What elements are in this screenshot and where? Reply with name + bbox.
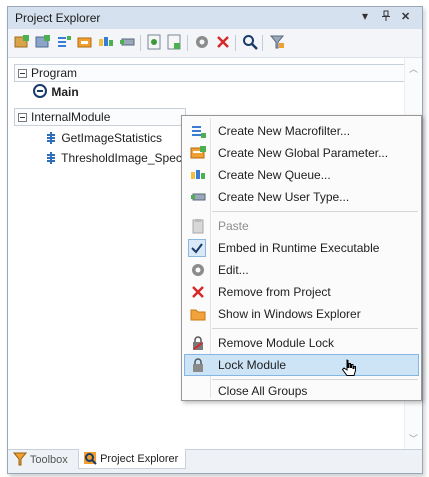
program-group[interactable]: Program xyxy=(14,64,406,82)
macrofilter-main-icon xyxy=(32,83,48,104)
toolbar-separator xyxy=(187,35,188,51)
menu-item-embed-in-runtime-executable[interactable]: Embed in Runtime Executable xyxy=(184,237,419,259)
panel-title: Project Explorer xyxy=(15,11,101,25)
queue-icon xyxy=(190,167,206,183)
tab-project-explorer[interactable]: Project Explorer xyxy=(78,449,186,469)
tree-item-thresholdimage-special[interactable]: ThresholdImage_Special xyxy=(44,149,194,167)
new-queue-icon[interactable] xyxy=(56,34,72,50)
macrofilter-icon xyxy=(44,131,58,150)
tab-toolbox[interactable]: Toolbox xyxy=(12,450,77,473)
lock-icon xyxy=(190,357,206,373)
lock-remove-icon xyxy=(190,335,206,351)
checkmark-icon xyxy=(188,239,206,257)
tab-label: Project Explorer xyxy=(100,453,179,465)
close-icon[interactable]: ✕ xyxy=(401,10,410,23)
tree-item-label: ThresholdImage_Special xyxy=(61,151,194,165)
menu-item-create-new-global-parameter[interactable]: Create New Global Parameter... xyxy=(184,142,419,164)
menu-item-create-new-macrofilter[interactable]: Create New Macrofilter... xyxy=(184,120,419,142)
project-explorer-icon xyxy=(83,451,97,472)
collapse-icon[interactable] xyxy=(18,69,27,78)
context-menu: Create New Macrofilter... Create New Glo… xyxy=(181,115,422,401)
tree-item-label: GetImageStatistics xyxy=(61,131,163,145)
import-module-icon[interactable] xyxy=(119,34,135,50)
remove-icon[interactable] xyxy=(215,34,231,50)
menu-separator xyxy=(212,379,418,380)
macrofilter-icon xyxy=(44,151,58,170)
menu-item-paste[interactable]: Paste xyxy=(184,215,419,237)
menu-item-edit[interactable]: Edit... xyxy=(184,259,419,281)
user-type-icon xyxy=(190,189,206,205)
menu-item-show-in-windows-explorer[interactable]: Show in Windows Explorer xyxy=(184,303,419,325)
menu-item-remove-module-lock[interactable]: Remove Module Lock xyxy=(184,332,419,354)
new-macrofilter-icon[interactable] xyxy=(14,34,30,50)
mouse-pointer-icon xyxy=(341,358,357,380)
group-label-internalmodule: InternalModule xyxy=(31,110,111,124)
tree-item-label: Main xyxy=(51,85,79,99)
collapse-icon[interactable] xyxy=(18,113,27,122)
bottom-tab-strip: Toolbox Project Explorer xyxy=(8,449,422,473)
scroll-down-icon[interactable]: ﹀ xyxy=(409,432,418,445)
menu-item-remove-from-project[interactable]: Remove from Project xyxy=(184,281,419,303)
find-icon[interactable] xyxy=(242,34,258,50)
new-global-parameter-icon[interactable] xyxy=(35,34,51,50)
global-parameter-icon xyxy=(190,145,206,161)
internalmodule-group[interactable]: InternalModule xyxy=(14,108,186,126)
tab-label: Toolbox xyxy=(29,454,68,466)
gear-icon[interactable] xyxy=(194,34,210,50)
filter-icon[interactable] xyxy=(269,34,285,50)
toolbar-separator xyxy=(235,35,236,51)
menu-item-create-new-user-type[interactable]: Create New User Type... xyxy=(184,186,419,208)
toolbar-separator xyxy=(262,35,263,51)
scroll-up-icon[interactable]: ︿ xyxy=(409,62,418,75)
group-label-program: Program xyxy=(31,66,78,80)
tree-item-main[interactable]: Main xyxy=(32,83,79,101)
panel-titlebar: Project Explorer ▾ ✕ xyxy=(8,7,422,30)
properties-icon[interactable] xyxy=(146,34,162,50)
new-module-icon[interactable] xyxy=(98,34,114,50)
toolbox-icon xyxy=(12,452,28,473)
tree-item-getimagestatistics[interactable]: GetImageStatistics xyxy=(44,129,162,147)
macrofilter-icon xyxy=(190,123,206,139)
menu-separator xyxy=(212,211,418,212)
toolbar xyxy=(8,29,422,58)
folder-icon xyxy=(190,306,206,322)
remove-icon xyxy=(190,284,206,300)
dropdown-icon[interactable]: ▾ xyxy=(362,9,368,23)
menu-item-create-new-queue[interactable]: Create New Queue... xyxy=(184,164,419,186)
menu-item-lock-module[interactable]: Lock Module xyxy=(184,354,419,376)
toolbar-separator xyxy=(140,35,141,51)
document-icon[interactable] xyxy=(166,34,182,50)
gear-icon xyxy=(190,262,206,278)
new-user-type-icon[interactable] xyxy=(77,34,93,50)
menu-item-close-all-groups[interactable]: Close All Groups xyxy=(184,382,419,400)
pin-icon[interactable] xyxy=(381,10,391,25)
paste-icon xyxy=(190,218,206,234)
menu-separator xyxy=(212,328,418,329)
